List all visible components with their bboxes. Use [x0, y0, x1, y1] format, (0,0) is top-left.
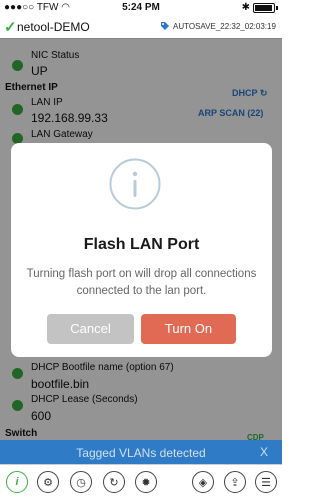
checkmark-icon: ✓ — [4, 19, 17, 36]
tag-toolbar-icon[interactable]: ◈ — [192, 471, 214, 493]
flash-icon[interactable]: ✹ — [135, 471, 157, 493]
cancel-button[interactable]: Cancel — [47, 314, 134, 344]
battery-icon — [253, 2, 275, 13]
battery-area: ✱ — [242, 2, 278, 13]
menu-icon[interactable]: ☰ — [255, 471, 277, 493]
banner-text: Tagged VLANs detected — [76, 446, 206, 460]
refresh-icon[interactable]: ↻ — [103, 471, 125, 493]
title-bar: ✓ netool-DEMO AUTOSAVE_22:32_02:03:19 — [0, 16, 282, 39]
app-title: netool-DEMO — [17, 20, 90, 34]
bluetooth-icon: ✱ — [241, 2, 250, 13]
info-icon — [109, 158, 161, 210]
autosave-label: AUTOSAVE_22:32_02:03:19 — [173, 22, 276, 31]
bottom-toolbar: i ⚙ ◷ ↻ ✹ ◈ ⇪ ☰ — [0, 464, 282, 501]
gear-icon[interactable]: ⚙ — [37, 471, 59, 493]
vlan-banner[interactable]: Tagged VLANs detected X — [0, 440, 282, 464]
flash-lan-port-dialog: Flash LAN Port Turning flash port on wil… — [11, 143, 272, 357]
info-icon[interactable]: i — [6, 471, 28, 493]
banner-close-button[interactable]: X — [260, 445, 268, 459]
dialog-title: Flash LAN Port — [83, 236, 200, 253]
status-bar: ●●●○○ TFW ◠ 5:24 PM ✱ — [0, 0, 282, 16]
history-icon[interactable]: ◷ — [70, 471, 92, 493]
share-icon[interactable]: ⇪ — [224, 471, 246, 493]
dialog-message: Turning flash port on will drop all conn… — [26, 268, 257, 297]
turn-on-button[interactable]: Turn On — [141, 314, 236, 344]
tag-icon[interactable] — [160, 21, 170, 31]
battery-cap-icon — [276, 5, 278, 10]
clock: 5:24 PM — [122, 2, 160, 13]
